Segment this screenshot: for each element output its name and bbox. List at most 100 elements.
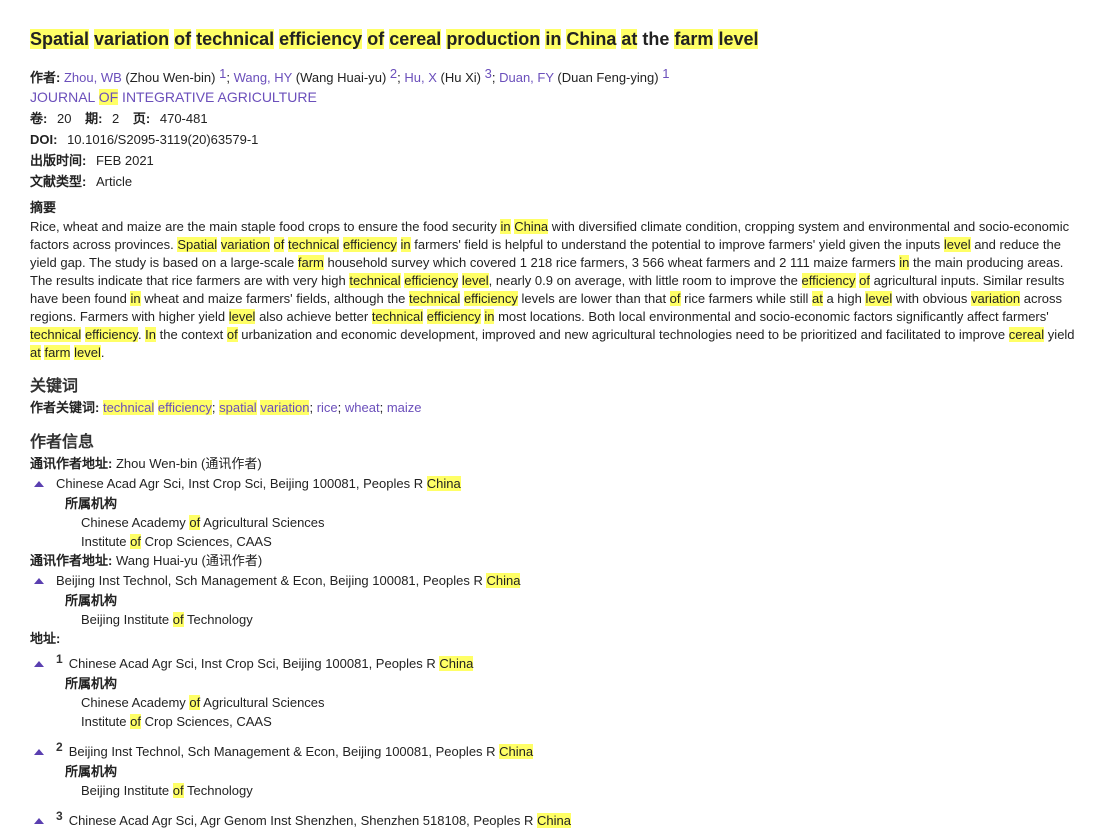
affiliation-org[interactable]: Chinese Academy of Agricultural Sciences (65, 693, 1080, 712)
collapse-caret-icon[interactable] (34, 749, 44, 756)
abstract-segment: household survey which covered 1 218 ric… (323, 255, 900, 270)
volume-value: 20 (56, 111, 72, 126)
title-word: China (566, 29, 617, 49)
collapse-caret-icon[interactable] (34, 578, 44, 585)
affiliation-org[interactable]: Institute of Crop Sciences, CAAS (65, 532, 1080, 551)
corresponding-address-label: 通讯作者地址: (30, 553, 113, 568)
author-link[interactable]: Wang, HY (234, 70, 293, 85)
org-pre: Institute (81, 714, 131, 729)
article-title: Spatial variation of technical efficienc… (30, 27, 1080, 51)
author-link[interactable]: Duan, FY (499, 70, 554, 85)
keyword-part: spatial (219, 400, 257, 415)
doc-type-value: Article (95, 174, 133, 189)
abstract-segment: yield (1044, 327, 1075, 342)
author-affil-number[interactable]: 1 (219, 66, 226, 81)
org-pre: Institute (81, 534, 131, 549)
keywords-heading: 关键词 (30, 378, 79, 395)
org-hl: of (172, 612, 184, 627)
collapse-caret-icon[interactable] (34, 661, 44, 668)
corresponding-author-name: Wang Huai-yu (115, 553, 198, 568)
volume-label: 卷: (30, 111, 48, 126)
addresses-heading: 地址: (30, 629, 1080, 649)
keyword-link[interactable]: wheat (345, 400, 380, 415)
authors-list: Zhou, WB (Zhou Wen-bin) 1; Wang, HY (Wan… (63, 66, 670, 85)
collapse-caret-icon[interactable] (34, 818, 44, 825)
affiliation-block: 所属机构 Chinese Academy of Agricultural Scie… (30, 674, 1080, 731)
doi-label: DOI: (30, 132, 58, 147)
author-affil-number[interactable]: 3 (485, 66, 492, 81)
author-affil-number[interactable]: 2 (390, 66, 397, 81)
highlighted-term: variation (220, 237, 270, 252)
address-line: 2 Beijing Inst Technol, Sch Management & … (30, 737, 1080, 762)
journal-link[interactable]: JOURNAL OF INTEGRATIVE AGRICULTURE (30, 87, 1080, 107)
highlighted-term: level (865, 291, 893, 306)
keyword-part: rice (316, 400, 338, 415)
address-line: 1 Chinese Acad Agr Sci, Inst Crop Sci, Be… (30, 649, 1080, 674)
abstract-segment: , nearly 0.9 on average, with little roo… (488, 273, 802, 288)
affiliation-org[interactable]: Beijing Institute of Technology (65, 781, 1080, 800)
abstract-segment: most locations. Both local environmental… (494, 309, 1049, 324)
author-link[interactable]: Zhou, WB (64, 70, 122, 85)
affiliation-block: 所属机构 Beijing Institute of Technology (30, 762, 1080, 800)
address-label: 地址: (30, 631, 61, 646)
highlighted-term: technical (409, 291, 461, 306)
highlighted-term: cereal (1008, 327, 1045, 342)
pub-date-label: 出版时间: (30, 153, 87, 168)
address-number: 1 (56, 652, 63, 666)
highlighted-term: level (74, 345, 101, 360)
address-country: China (499, 744, 534, 759)
collapse-caret-icon[interactable] (34, 481, 44, 488)
record-page: Spatial variation of technical efficienc… (30, 27, 1080, 831)
pages-label: 页: (132, 111, 151, 126)
affiliation-heading: 所属机构 (65, 496, 118, 511)
address-line: 3 Chinese Acad Agr Sci, Agr Genom Inst Sh… (30, 806, 1080, 831)
address-text: Chinese Acad Agr Sci, Agr Genom Inst She… (68, 813, 537, 828)
keyword-link[interactable]: technical efficiency (102, 400, 212, 415)
title-word: at (621, 29, 638, 49)
org-post: Agricultural Sciences (200, 695, 325, 710)
abstract-segment: Rice, wheat and maize are the main stapl… (30, 219, 501, 234)
address-country: China (439, 656, 474, 671)
corresponding-author-row: 通讯作者地址: Wang Huai-yu (通讯作者) (30, 551, 1080, 571)
keyword-link[interactable]: rice (317, 400, 338, 415)
highlighted-term: of (226, 327, 238, 342)
org-hl: of (189, 695, 201, 710)
author-keywords-list: technical efficiency; spatial variation;… (102, 400, 422, 415)
keyword-part: technical (102, 400, 155, 415)
org-post: Technology (183, 783, 253, 798)
abstract-segment (270, 237, 274, 252)
author-fullname: (Hu Xi) (440, 70, 481, 85)
highlighted-term: in (484, 309, 495, 324)
affiliation-org[interactable]: Chinese Academy of Agricultural Sciences (65, 513, 1080, 532)
highlighted-term: in (899, 255, 910, 270)
author-fullname: (Wang Huai-yu) (295, 70, 387, 85)
abstract-segment: with obvious (892, 291, 971, 306)
title-word: in (545, 29, 562, 49)
highlighted-term: of (273, 237, 285, 252)
author-keywords-row: 作者关键词: technical efficiency; spatial var… (30, 398, 1080, 418)
pub-date-value: FEB 2021 (95, 153, 154, 168)
author-affil-number[interactable]: 1 (662, 66, 669, 81)
authors-label: 作者: (30, 70, 61, 85)
abstract-segment: levels are lower than that (517, 291, 670, 306)
title-word: the (642, 29, 670, 49)
highlighted-term: efficiency (84, 327, 138, 342)
abstract-segment: the context (156, 327, 227, 342)
pub-date-row: 出版时间: FEB 2021 (30, 150, 1080, 171)
doc-type-row: 文献类型: Article (30, 171, 1080, 192)
abstract-segment: wheat and maize farmers' fields, althoug… (140, 291, 410, 306)
highlighted-term: efficiency (426, 309, 481, 324)
abstract-segment: rice farmers while still (680, 291, 812, 306)
affiliation-org[interactable]: Institute of Crop Sciences, CAAS (65, 712, 1080, 731)
title-word: of (367, 29, 385, 49)
title-word: Spatial (30, 29, 90, 49)
keyword-link[interactable]: maize (387, 400, 422, 415)
highlighted-term: Spatial (177, 237, 218, 252)
highlighted-term: In (145, 327, 157, 342)
author-link[interactable]: Hu, X (404, 70, 437, 85)
highlighted-term: level (943, 237, 971, 252)
keyword-link[interactable]: spatial variation (219, 400, 310, 415)
affiliation-org[interactable]: Beijing Institute of Technology (65, 610, 1080, 629)
abstract-text: Rice, wheat and maize are the main stapl… (30, 218, 1080, 362)
affiliation-heading: 所属机构 (65, 593, 118, 608)
